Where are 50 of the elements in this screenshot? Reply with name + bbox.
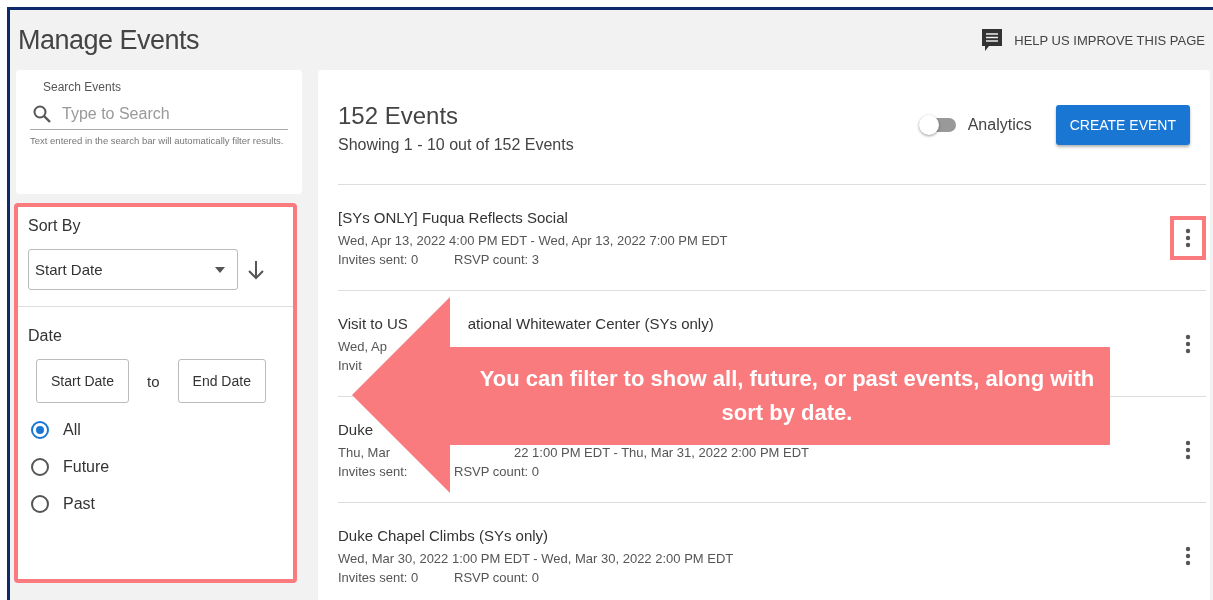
comment-icon: [980, 27, 1005, 53]
help-link[interactable]: HELP US IMPROVE THIS PAGE: [980, 27, 1205, 53]
invites-count: Invit: [338, 357, 363, 373]
more-icon[interactable]: [1185, 333, 1191, 354]
caret-icon: [215, 266, 225, 273]
event-dates: Wed, Ap: [338, 338, 388, 354]
analytics-toggle[interactable]: [921, 118, 956, 132]
radio-label: All: [63, 421, 81, 439]
create-event-button[interactable]: CREATE EVENT: [1055, 105, 1190, 145]
sort-label: Sort By: [28, 217, 82, 235]
end-date-button[interactable]: End Date: [177, 359, 266, 403]
sort-dropdown[interactable]: Start Date: [28, 249, 238, 290]
more-icon[interactable]: [1185, 227, 1191, 248]
arrow-down-icon[interactable]: [248, 259, 264, 280]
start-date-button[interactable]: Start Date: [36, 359, 130, 403]
events-count: 152 Events: [338, 102, 460, 130]
invites-count: Invites sent: 0: [338, 251, 420, 267]
radio-button[interactable]: [31, 421, 49, 439]
event-title[interactable]: [SYs ONLY] Fuqua Reflects Social: [338, 208, 568, 226]
search-hint: Text entered in the search bar will automatically filter results.: [30, 134, 285, 148]
event-dates: Wed, Mar 30, 2022 1:00 PM EDT - Wed, Mar 30, 2022 2:00 PM EDT: [338, 550, 734, 566]
rsvp-count: RSVP count: 3: [454, 251, 540, 267]
radio-option[interactable]: All: [31, 421, 283, 439]
radio-option[interactable]: Future: [31, 458, 283, 476]
radio-button[interactable]: [31, 458, 49, 476]
search-label: Search Events: [43, 80, 123, 94]
rsvp-count: RSVP count: 0: [454, 569, 540, 585]
callout-text: You can filter to show all, future, or past events, along with sort by date.: [478, 365, 1096, 427]
invites-count: Invites sent:: [338, 463, 409, 479]
more-icon[interactable]: [1185, 545, 1191, 566]
search-icon: [32, 104, 52, 124]
radio-option[interactable]: Past: [31, 495, 283, 513]
event-dates: Wed, Apr 13, 2022 4:00 PM EDT - Wed, Apr 13, 2022 7:00 PM EDT: [338, 232, 728, 248]
date-label: Date: [28, 327, 63, 345]
date-separator: to: [147, 372, 160, 390]
event-title[interactable]: Duke Chapel Climbs (SYs only): [338, 526, 549, 544]
event-dates: 22 1:00 PM EDT - Thu, Mar 31, 2022 2:00 PM EDT: [514, 444, 810, 460]
radio-button[interactable]: [31, 495, 49, 513]
showing-text: Showing 1 - 10 out of 152 Events: [338, 136, 574, 154]
event-title[interactable]: Visit to US: [338, 314, 408, 332]
more-icon[interactable]: [1185, 439, 1191, 460]
radio-label: Past: [63, 495, 95, 513]
event-title[interactable]: ational Whitewater Center (SYs only): [467, 314, 714, 332]
rsvp-count: RSVP count: 0: [454, 463, 540, 479]
page-title: Manage Events: [18, 24, 200, 56]
event-dates: Thu, Mar: [338, 444, 391, 460]
analytics-label: Analytics: [967, 116, 1032, 134]
radio-label: Future: [63, 458, 110, 476]
invites-count: Invites sent: 0: [338, 569, 420, 585]
event-title[interactable]: Duke: [338, 420, 374, 438]
